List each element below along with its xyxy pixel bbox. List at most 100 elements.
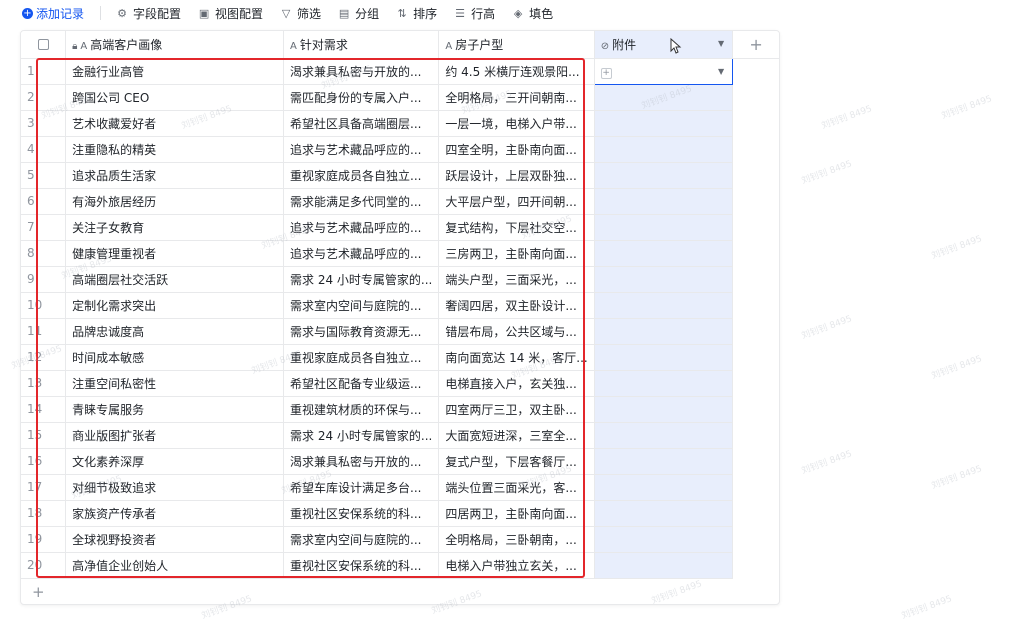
table-row[interactable]: 11 品牌忠诚度高 需求与国际教育资源无... 错层布局，公共区域与...: [21, 318, 779, 345]
select-all-checkbox[interactable]: [37, 39, 49, 51]
cell-layout[interactable]: 四室全明，主卧南向面...: [438, 136, 595, 163]
table-row[interactable]: 7 关注子女教育 追求与艺术藏品呼应的... 复式结构，下层社交空...: [21, 214, 779, 241]
cell-attachment[interactable]: [594, 240, 734, 267]
group-button[interactable]: ▤ 分组: [337, 5, 379, 22]
cell-needs[interactable]: 渴求兼具私密与开放的...: [283, 58, 440, 85]
cell-customer[interactable]: 关注子女教育: [65, 214, 285, 241]
sort-button[interactable]: ⇅ 排序: [395, 5, 437, 22]
table-row[interactable]: 17 对细节极致追求 希望车库设计满足多台... 端头位置三面采光，客...: [21, 474, 779, 501]
cell-layout[interactable]: 端头户型，三面采光，...: [438, 266, 595, 293]
cell-needs[interactable]: 需求室内空间与庭院的...: [283, 526, 440, 553]
cell-needs[interactable]: 追求与艺术藏品呼应的...: [283, 136, 440, 163]
table-row[interactable]: 12 时间成本敏感 重视家庭成员各自独立... 南向面宽达 14 米，客厅...: [21, 344, 779, 371]
column-header-needs[interactable]: A 针对需求: [283, 31, 440, 59]
column-header-layout[interactable]: A 房子户型: [438, 31, 595, 59]
cell-attachment[interactable]: [594, 500, 734, 527]
cell-attachment[interactable]: [594, 162, 734, 189]
cell-attachment[interactable]: [594, 214, 734, 241]
cell-attachment[interactable]: [594, 474, 734, 501]
cell-attachment[interactable]: [594, 136, 734, 163]
cell-customer[interactable]: 注重隐私的精英: [65, 136, 285, 163]
table-row[interactable]: 8 健康管理重视者 追求与艺术藏品呼应的... 三房两卫，主卧南向面...: [21, 240, 779, 267]
cell-attachment[interactable]: [594, 110, 734, 137]
cell-dropdown-chevron-icon[interactable]: ▼: [718, 67, 724, 76]
cell-customer[interactable]: 文化素养深厚: [65, 448, 285, 475]
cell-needs[interactable]: 需求 24 小时专属管家的...: [283, 422, 440, 449]
cell-needs[interactable]: 需求能满足多代同堂的...: [283, 188, 440, 215]
table-row[interactable]: 5 追求品质生活家 重视家庭成员各自独立... 跃层设计，上层双卧独...: [21, 162, 779, 189]
cell-attachment[interactable]: [594, 396, 734, 423]
cell-attachment[interactable]: [594, 552, 734, 579]
fill-color-button[interactable]: ◈ 填色: [511, 5, 553, 22]
cell-layout[interactable]: 奢阔四居，双主卧设计...: [438, 292, 595, 319]
filter-button[interactable]: ▽ 筛选: [279, 5, 321, 22]
cell-customer[interactable]: 注重空间私密性: [65, 370, 285, 397]
cell-attachment[interactable]: [594, 344, 734, 371]
cell-customer[interactable]: 品牌忠诚度高: [65, 318, 285, 345]
column-header-customer[interactable]: 🔒︎ A 高端客户画像: [65, 31, 285, 59]
view-config-button[interactable]: ▣ 视图配置: [197, 5, 263, 22]
cell-layout[interactable]: 大平层户型，四开间朝...: [438, 188, 595, 215]
add-column-button[interactable]: +: [732, 31, 779, 59]
add-record-button[interactable]: + 添加记录: [22, 5, 84, 22]
cell-layout[interactable]: 大面宽短进深，三室全...: [438, 422, 595, 449]
cell-layout[interactable]: 约 4.5 米横厅连观景阳...: [438, 58, 595, 85]
cell-attachment[interactable]: [594, 188, 734, 215]
cell-needs[interactable]: 需求 24 小时专属管家的...: [283, 266, 440, 293]
cell-needs[interactable]: 重视家庭成员各自独立...: [283, 162, 440, 189]
cell-layout[interactable]: 四室两厅三卫，双主卧...: [438, 396, 595, 423]
cell-needs[interactable]: 希望社区配备专业级运...: [283, 370, 440, 397]
cell-layout[interactable]: 南向面宽达 14 米，客厅...: [438, 344, 595, 371]
table-row[interactable]: 13 注重空间私密性 希望社区配备专业级运... 电梯直接入户，玄关独...: [21, 370, 779, 397]
cell-customer[interactable]: 追求品质生活家: [65, 162, 285, 189]
cell-customer[interactable]: 全球视野投资者: [65, 526, 285, 553]
column-header-attachment[interactable]: ⊘ 附件 ▼: [594, 31, 734, 59]
table-row[interactable]: 3 艺术收藏爱好者 希望社区具备高端圈层... 一层一境，电梯入户带...: [21, 110, 779, 137]
cell-customer[interactable]: 有海外旅居经历: [65, 188, 285, 215]
cell-customer[interactable]: 高净值企业创始人: [65, 552, 285, 579]
table-row[interactable]: 15 商业版图扩张者 需求 24 小时专属管家的... 大面宽短进深，三室全...: [21, 422, 779, 449]
add-attachment-icon[interactable]: +: [600, 67, 612, 79]
cell-customer[interactable]: 家族资产传承者: [65, 500, 285, 527]
cell-needs[interactable]: 需匹配身份的专属入户...: [283, 84, 440, 111]
cell-attachment[interactable]: [594, 370, 734, 397]
cell-layout[interactable]: 四居两卫，主卧南向面...: [438, 500, 595, 527]
cell-attachment[interactable]: [594, 318, 734, 345]
cell-needs[interactable]: 渴求兼具私密与开放的...: [283, 448, 440, 475]
field-config-button[interactable]: ⚙ 字段配置: [115, 5, 181, 22]
cell-needs[interactable]: 重视建筑材质的环保与...: [283, 396, 440, 423]
cell-layout[interactable]: 复式结构，下层社交空...: [438, 214, 595, 241]
cell-layout[interactable]: 电梯入户带独立玄关，...: [438, 552, 595, 579]
cell-attachment[interactable]: [594, 526, 734, 553]
add-row-button[interactable]: +: [32, 583, 45, 601]
cell-layout[interactable]: 端头位置三面采光，客...: [438, 474, 595, 501]
select-all-checkbox-cell[interactable]: [21, 31, 67, 59]
cell-needs[interactable]: 重视社区安保系统的科...: [283, 552, 440, 579]
cell-attachment[interactable]: [594, 448, 734, 475]
cell-layout[interactable]: 一层一境，电梯入户带...: [438, 110, 595, 137]
cell-layout[interactable]: 全明格局，三卧朝南，...: [438, 526, 595, 553]
column-menu-chevron-icon[interactable]: ▼: [718, 39, 724, 48]
cell-layout[interactable]: 三房两卫，主卧南向面...: [438, 240, 595, 267]
table-row[interactable]: 16 文化素养深厚 渴求兼具私密与开放的... 复式户型，下层客餐厅...: [21, 448, 779, 475]
table-row[interactable]: 2 跨国公司 CEO 需匹配身份的专属入户... 全明格局，三开间朝南...: [21, 84, 779, 111]
cell-attachment[interactable]: [594, 266, 734, 293]
cell-attachment[interactable]: [594, 84, 734, 111]
table-row[interactable]: 4 注重隐私的精英 追求与艺术藏品呼应的... 四室全明，主卧南向面...: [21, 136, 779, 163]
table-row[interactable]: 19 全球视野投资者 需求室内空间与庭院的... 全明格局，三卧朝南，...: [21, 526, 779, 553]
cell-customer[interactable]: 艺术收藏爱好者: [65, 110, 285, 137]
cell-attachment[interactable]: [594, 422, 734, 449]
cell-customer[interactable]: 商业版图扩张者: [65, 422, 285, 449]
cell-layout[interactable]: 全明格局，三开间朝南...: [438, 84, 595, 111]
cell-needs[interactable]: 追求与艺术藏品呼应的...: [283, 240, 440, 267]
cell-layout[interactable]: 跃层设计，上层双卧独...: [438, 162, 595, 189]
cell-needs[interactable]: 追求与艺术藏品呼应的...: [283, 214, 440, 241]
cell-customer[interactable]: 对细节极致追求: [65, 474, 285, 501]
row-height-button[interactable]: ☰ 行高: [453, 5, 495, 22]
cell-customer[interactable]: 金融行业高管: [65, 58, 285, 85]
cell-attachment[interactable]: [594, 292, 734, 319]
cell-customer[interactable]: 高端圈层社交活跃: [65, 266, 285, 293]
cell-customer[interactable]: 跨国公司 CEO: [65, 84, 285, 111]
cell-customer[interactable]: 时间成本敏感: [65, 344, 285, 371]
table-row[interactable]: 6 有海外旅居经历 需求能满足多代同堂的... 大平层户型，四开间朝...: [21, 188, 779, 215]
